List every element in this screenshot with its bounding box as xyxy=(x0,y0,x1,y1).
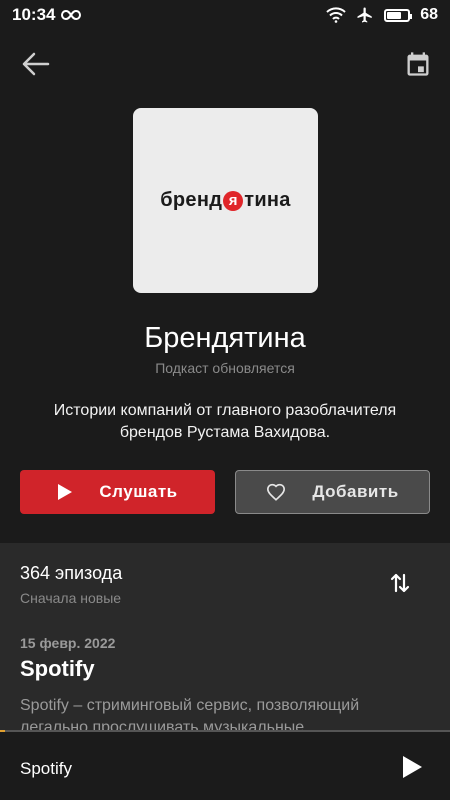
listen-button[interactable]: Слушать xyxy=(20,470,215,514)
back-button[interactable] xyxy=(20,50,52,78)
podcast-logo: бренд я тина xyxy=(160,189,291,211)
arrow-left-icon xyxy=(22,52,50,76)
play-icon xyxy=(58,484,73,500)
player-title: Spotify xyxy=(20,759,72,778)
episode-count: 364 эпизода xyxy=(20,563,123,583)
episode-date: 15 февр. 2022 xyxy=(20,635,116,651)
podcast-status: Подкаст обновляется xyxy=(155,360,295,376)
sort-button[interactable] xyxy=(388,571,412,595)
calendar-button[interactable] xyxy=(404,50,432,78)
player-play-button[interactable] xyxy=(400,754,424,780)
status-bar: 10:34 68 xyxy=(0,0,450,30)
episode-list: 364 эпизода Сначала новые 15 февр. 2022 … xyxy=(0,543,450,730)
battery-icon xyxy=(384,8,413,22)
podcast-description: Истории компаний от главного разоблачите… xyxy=(53,402,397,441)
add-button[interactable]: Добавить xyxy=(235,470,430,514)
airplane-icon xyxy=(357,7,372,23)
status-time: 10:34 xyxy=(12,5,56,24)
playback-progress xyxy=(0,730,5,732)
infinity-icon xyxy=(61,9,82,21)
episode-title[interactable]: Spotify xyxy=(20,656,95,682)
sort-arrows-icon xyxy=(390,573,410,593)
episode-description: Spotify – стриминговый сервис, позволяющ… xyxy=(20,697,360,730)
calendar-icon xyxy=(407,52,429,76)
podcast-cover: бренд я тина xyxy=(133,108,318,293)
add-label: Добавить xyxy=(312,482,399,501)
listen-label: Слушать xyxy=(99,482,178,501)
sort-order-label: Сначала новые xyxy=(20,590,122,606)
heart-icon xyxy=(267,483,286,501)
play-icon xyxy=(403,756,422,778)
wifi-icon xyxy=(326,7,346,23)
battery-percent: 68 xyxy=(420,6,438,23)
podcast-title: Брендятина xyxy=(144,322,306,354)
mini-player[interactable]: Spotify xyxy=(0,730,450,800)
